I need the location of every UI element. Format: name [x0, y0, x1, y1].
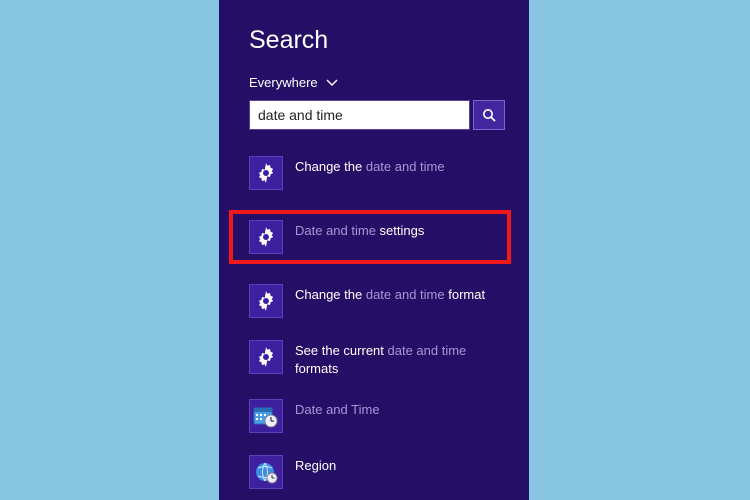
search-result-label: Change the date and time format	[295, 284, 485, 304]
search-scope-label: Everywhere	[249, 75, 318, 90]
search-title: Search	[249, 26, 505, 55]
search-result-item[interactable]: Region	[249, 453, 505, 491]
gear-icon	[249, 340, 283, 374]
search-result-label: See the current date and time formats	[295, 340, 505, 377]
search-results-list: Change the date and time Date and time se…	[249, 154, 505, 491]
gear-icon	[249, 156, 283, 190]
search-result-item[interactable]: See the current date and time formats	[249, 338, 505, 379]
search-result-label: Region	[295, 455, 336, 475]
search-scope-dropdown[interactable]: Everywhere	[249, 75, 505, 90]
region-cpl-icon	[249, 455, 283, 489]
search-result-label: Date and Time	[295, 399, 380, 419]
gear-icon	[249, 220, 283, 254]
search-button[interactable]	[473, 100, 505, 130]
search-row	[249, 100, 505, 130]
search-result-item[interactable]: Date and Time	[249, 397, 505, 435]
datetime-cpl-icon	[249, 399, 283, 433]
chevron-down-icon	[326, 79, 338, 87]
search-result-item[interactable]: Change the date and time format	[249, 282, 505, 320]
search-result-item[interactable]: Change the date and time	[249, 154, 505, 192]
search-result-item[interactable]: Date and time settings	[229, 210, 511, 264]
gear-icon	[249, 284, 283, 318]
search-result-label: Date and time settings	[295, 220, 424, 240]
search-charm-panel: Search Everywhere Change the date and ti…	[219, 0, 529, 500]
search-result-label: Change the date and time	[295, 156, 445, 176]
search-icon	[481, 107, 497, 123]
search-input[interactable]	[249, 100, 470, 130]
